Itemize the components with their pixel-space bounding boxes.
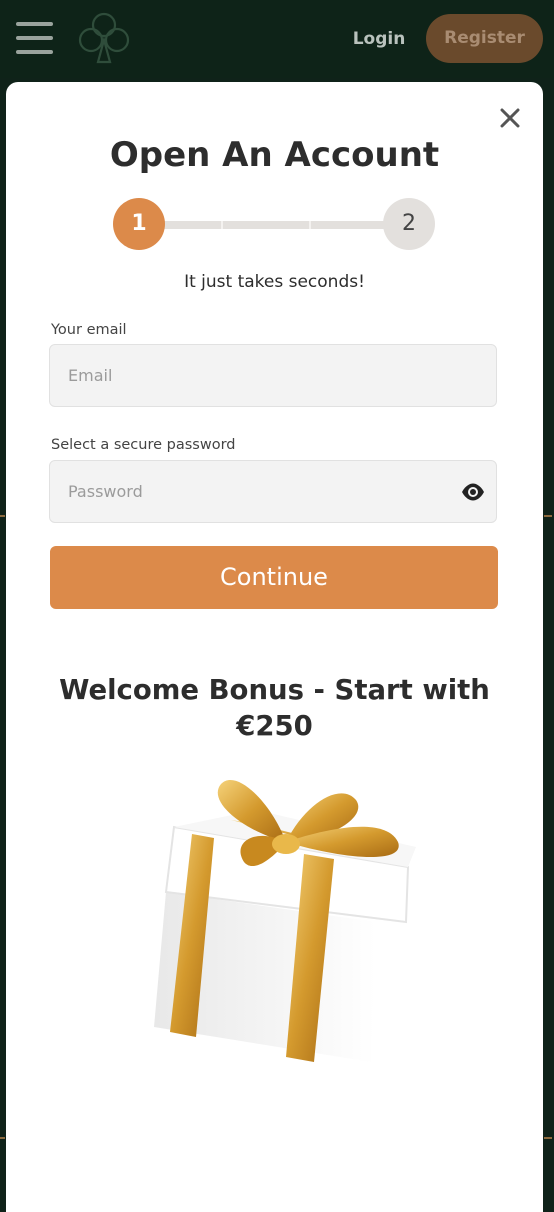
eye-icon[interactable] bbox=[461, 481, 485, 503]
clover-logo[interactable] bbox=[78, 10, 130, 68]
email-input[interactable] bbox=[68, 345, 448, 406]
step-1-indicator: 1 bbox=[113, 198, 165, 250]
login-link[interactable]: Login bbox=[340, 24, 418, 54]
top-bar: Login Register bbox=[0, 0, 554, 78]
step-progress: 1 2 bbox=[113, 198, 436, 252]
password-label: Select a secure password bbox=[51, 437, 236, 453]
registration-modal: Open An Account 1 2 It just takes second… bbox=[6, 82, 543, 1212]
email-field-box bbox=[49, 344, 497, 407]
password-input[interactable] bbox=[68, 461, 448, 522]
background-divider bbox=[544, 515, 552, 517]
step-track bbox=[143, 221, 403, 229]
email-label: Your email bbox=[51, 322, 127, 338]
welcome-bonus-title: Welcome Bonus - Start with €250 bbox=[59, 674, 490, 742]
background-divider bbox=[544, 1137, 552, 1139]
continue-button[interactable]: Continue bbox=[50, 546, 498, 609]
hamburger-menu-icon[interactable] bbox=[16, 22, 53, 56]
step-2-indicator: 2 bbox=[383, 198, 435, 250]
background-divider bbox=[0, 515, 5, 517]
gift-box-image bbox=[136, 772, 426, 1072]
background-divider bbox=[0, 1137, 5, 1139]
modal-title: Open An Account bbox=[109, 135, 440, 175]
background-strip bbox=[543, 78, 554, 1200]
register-button[interactable]: Register bbox=[426, 14, 543, 63]
close-icon[interactable] bbox=[496, 104, 524, 132]
password-field-box bbox=[49, 460, 497, 523]
modal-subtitle: It just takes seconds! bbox=[184, 272, 365, 292]
